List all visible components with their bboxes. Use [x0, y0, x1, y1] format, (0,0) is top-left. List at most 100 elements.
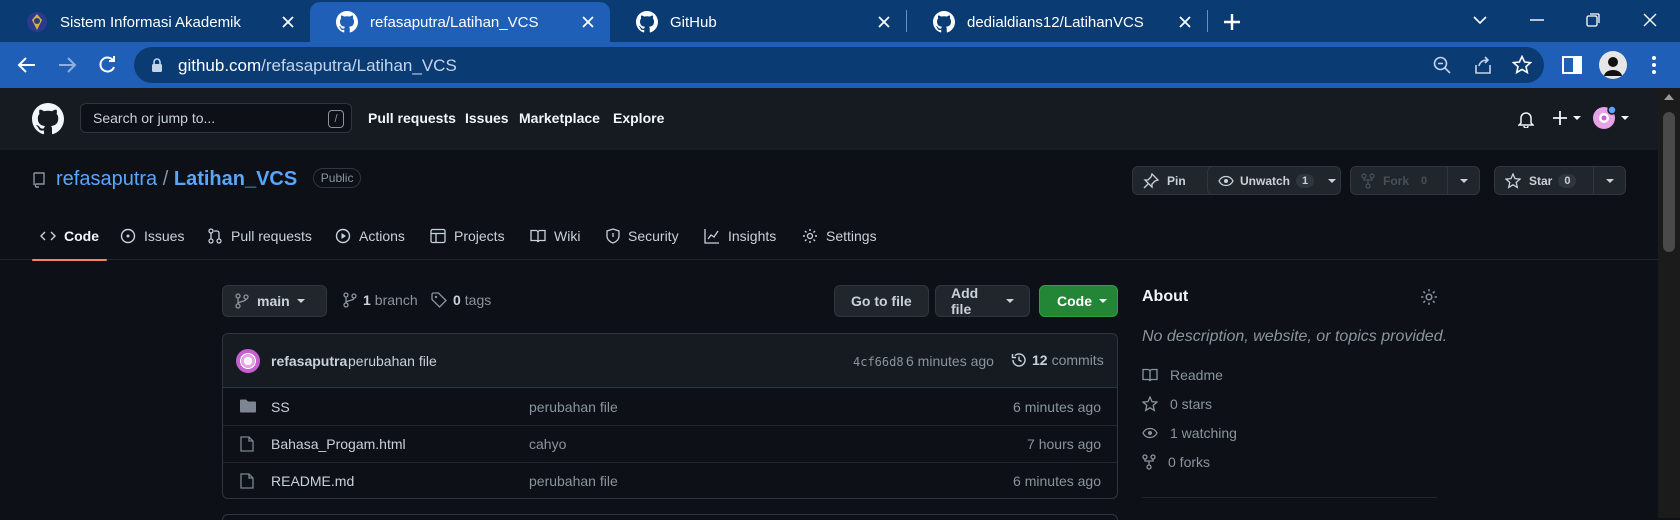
close-tab-icon[interactable] [278, 12, 298, 32]
forks-link[interactable]: 0 forks [1142, 454, 1210, 470]
tab-code[interactable]: Code [32, 211, 107, 261]
book-icon [530, 229, 546, 242]
create-new-button[interactable] [1552, 110, 1582, 126]
tab-issues[interactable]: Issues [112, 211, 192, 260]
branch-count: 1 [363, 292, 371, 308]
commit-message[interactable]: perubahan file [348, 353, 437, 369]
branches-link[interactable]: 1 branch [343, 292, 418, 308]
commits-link[interactable]: 12 commits [1011, 352, 1104, 368]
latest-commit-bar: refasaputra perubahan file 4cf66d8 6 min… [223, 334, 1117, 388]
tags-link[interactable]: 0 tags [431, 292, 491, 308]
about-heading: About [1142, 288, 1189, 305]
tab-insights[interactable]: Insights [696, 211, 784, 260]
tab-search-button[interactable] [1455, 0, 1505, 40]
fork-dropdown[interactable] [1447, 167, 1479, 194]
watchers-link[interactable]: 1 watching [1142, 425, 1237, 441]
browser-tab[interactable]: GitHub [610, 2, 906, 42]
code-button[interactable]: Code [1039, 285, 1118, 317]
repo-name-link[interactable]: Latihan_VCS [174, 168, 297, 190]
profile-picture-icon [1599, 51, 1627, 79]
bell-icon[interactable] [1518, 110, 1534, 128]
nav-pull-requests[interactable]: Pull requests [368, 110, 456, 126]
nav-marketplace[interactable]: Marketplace [519, 110, 600, 126]
scrollbar-thumb[interactable] [1663, 112, 1675, 252]
github-logo-icon [336, 11, 358, 33]
browser-tab-active[interactable]: refasaputra/Latihan_VCS [310, 2, 610, 42]
gear-icon[interactable] [1420, 288, 1438, 306]
commit-age: 6 minutes ago [906, 353, 994, 369]
file-commit-message[interactable]: cahyo [529, 436, 566, 452]
stars-label: 0 stars [1170, 396, 1213, 412]
commit-author[interactable]: refasaputra [271, 353, 347, 369]
file-name[interactable]: README.md [271, 473, 354, 489]
side-panel-button[interactable] [1558, 51, 1586, 79]
reload-button[interactable] [93, 51, 121, 79]
eye-icon [1218, 175, 1234, 186]
minimize-button[interactable] [1512, 0, 1562, 40]
url-path: /refasaputra/Latihan_VCS [261, 56, 457, 75]
readme-link[interactable]: Readme [1142, 367, 1223, 383]
file-age: 6 minutes ago [1013, 399, 1101, 415]
tab-security[interactable]: Security [598, 211, 687, 260]
user-avatar-menu[interactable] [1592, 106, 1630, 130]
file-commit-message[interactable]: perubahan file [529, 473, 618, 489]
file-name[interactable]: SS [271, 399, 290, 415]
repo-owner-link[interactable]: refasaputra [56, 168, 157, 190]
tab-actions[interactable]: Actions [327, 211, 413, 260]
tab-settings[interactable]: Settings [794, 211, 885, 260]
nav-issues[interactable]: Issues [465, 110, 509, 126]
github-header: Search or jump to... / Pull requests Iss… [0, 88, 1658, 150]
tab-pull-requests[interactable]: Pull requests [199, 211, 320, 260]
new-tab-button[interactable] [1208, 2, 1256, 42]
star-list-dropdown[interactable] [1593, 167, 1625, 194]
file-age: 7 hours ago [1027, 436, 1101, 452]
browser-tab[interactable]: Sistem Informasi Akademik [0, 2, 310, 42]
share-icon[interactable] [1473, 55, 1493, 75]
restore-button[interactable] [1568, 0, 1618, 40]
forks-label: 0 forks [1168, 454, 1211, 470]
back-button[interactable] [13, 51, 41, 79]
close-tab-icon[interactable] [874, 12, 894, 32]
tab-label: Projects [454, 227, 505, 244]
address-bar[interactable]: github.com/refasaputra/Latihan_VCS [134, 47, 1544, 83]
tab-wiki[interactable]: Wiki [522, 211, 588, 260]
tab-projects[interactable]: Projects [422, 211, 513, 260]
commit-sha[interactable]: 4cf66d8 [853, 355, 904, 369]
search-placeholder: Search or jump to... [93, 110, 216, 126]
readme-label: Readme [1170, 367, 1223, 383]
zoom-icon[interactable] [1433, 56, 1451, 74]
about-description: No description, website, or topics provi… [1142, 328, 1448, 345]
file-row[interactable]: SS perubahan file 6 minutes ago [223, 389, 1117, 426]
branch-select-button[interactable]: main [222, 285, 327, 317]
file-row[interactable]: Bahasa_Progam.html cahyo 7 hours ago [223, 426, 1117, 463]
browser-tab[interactable]: dedialdians12/LatihanVCS [907, 2, 1207, 42]
nav-explore[interactable]: Explore [613, 110, 664, 126]
go-to-file-button[interactable]: Go to file [834, 285, 929, 317]
page-scrollbar[interactable] [1658, 88, 1680, 518]
file-commit-message[interactable]: perubahan file [529, 399, 618, 415]
search-input[interactable]: Search or jump to... / [80, 103, 352, 133]
repo-path-separator: / [162, 168, 169, 190]
github-logo-icon[interactable] [32, 103, 64, 135]
shield-icon [606, 227, 620, 244]
forward-button[interactable] [53, 51, 81, 79]
file-name[interactable]: Bahasa_Progam.html [271, 436, 406, 452]
add-file-button[interactable]: Add file [935, 285, 1030, 317]
close-tab-icon[interactable] [578, 12, 598, 32]
unwatch-button[interactable]: Unwatch 1 [1207, 166, 1341, 195]
profile-avatar[interactable] [1598, 50, 1628, 80]
commit-count-label: commits [1051, 352, 1104, 368]
fork-button[interactable]: Fork 0 [1350, 166, 1480, 195]
file-row[interactable]: README.md perubahan file 6 minutes ago [223, 463, 1117, 498]
sidebar-divider [1142, 497, 1437, 498]
close-window-button[interactable] [1625, 0, 1675, 40]
browser-menu-button[interactable] [1640, 51, 1668, 79]
bookmark-star-icon[interactable] [1512, 55, 1532, 75]
avatar[interactable] [236, 349, 260, 373]
star-icon [1505, 172, 1521, 189]
scroll-up-arrow-icon[interactable] [1664, 94, 1674, 100]
tab-title: refasaputra/Latihan_VCS [370, 13, 539, 31]
close-tab-icon[interactable] [1175, 12, 1195, 32]
star-button[interactable]: Star 0 [1494, 166, 1626, 195]
stars-link[interactable]: 0 stars [1142, 396, 1212, 412]
